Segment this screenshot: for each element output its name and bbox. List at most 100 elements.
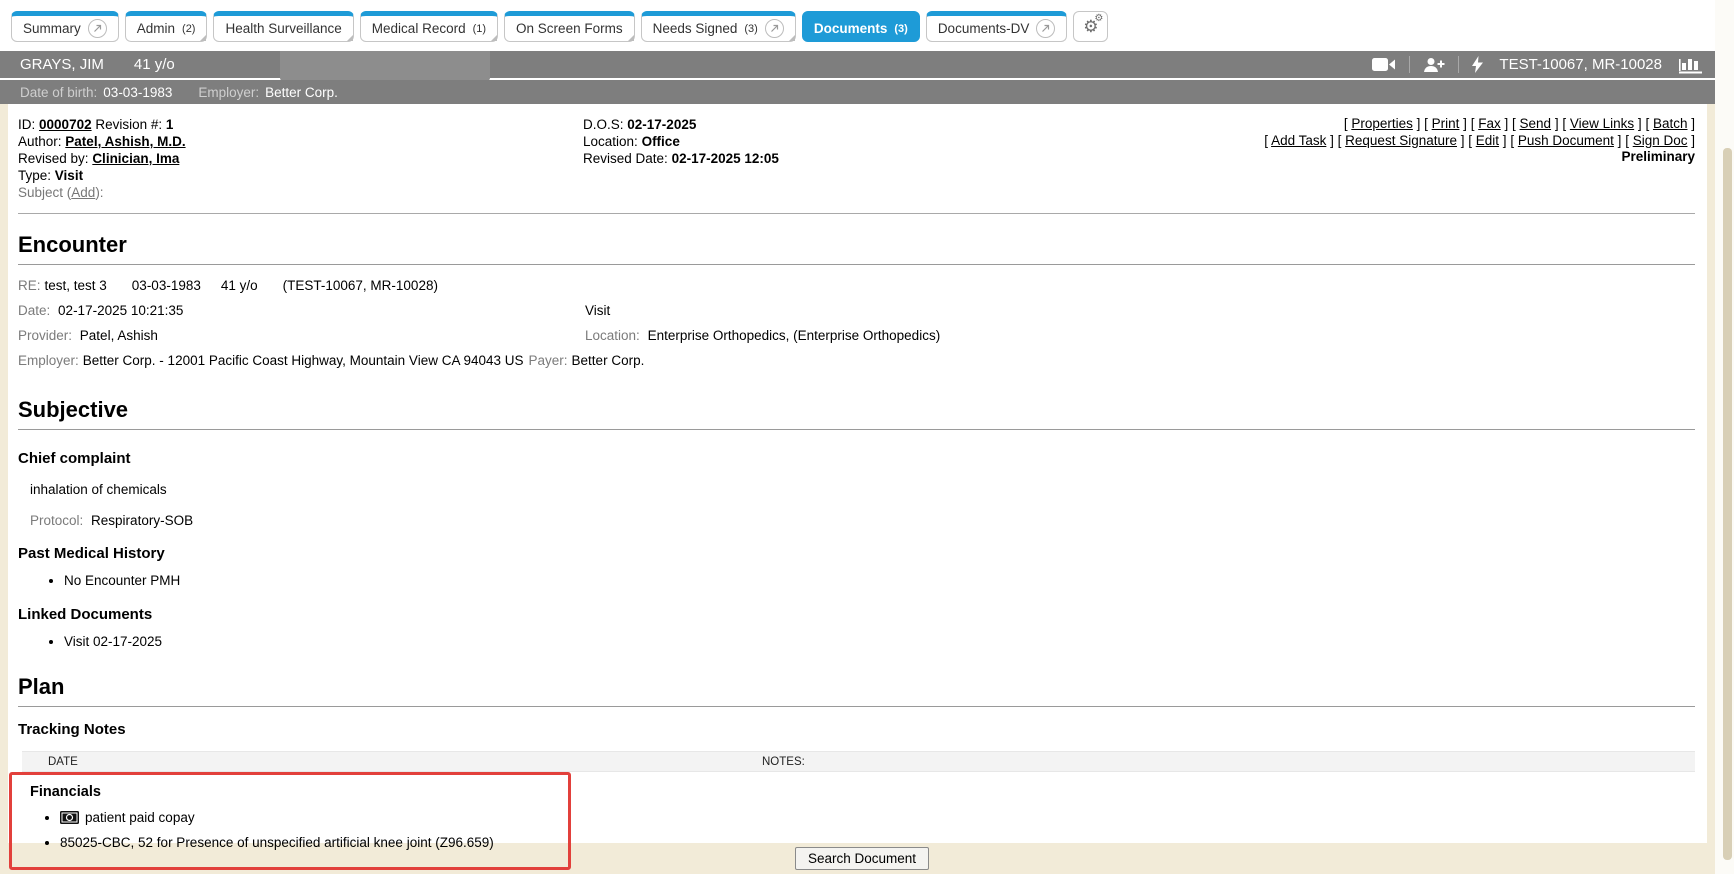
patient-bar: GRAYS, JIM 41 y/o TEST-10067, MR-10028 bbox=[0, 51, 1715, 78]
author-link[interactable]: Patel, Ashish, M.D. bbox=[65, 134, 185, 149]
location-value: Office bbox=[642, 134, 680, 149]
send-link[interactable]: Send bbox=[1520, 116, 1552, 131]
financials-heading: Financials bbox=[30, 784, 568, 800]
dob-label: Date of birth: bbox=[20, 85, 97, 100]
list-item: patient paid copay bbox=[60, 806, 568, 831]
tab-count: (3) bbox=[744, 23, 757, 35]
re-name: test, test 3 bbox=[45, 278, 107, 293]
revised-by-link[interactable]: Clinician, Ima bbox=[92, 151, 179, 166]
encounter-location-label: Location: bbox=[585, 328, 640, 343]
push-document-link[interactable]: Push Document bbox=[1518, 133, 1614, 148]
subject-add-link[interactable]: Add bbox=[71, 185, 95, 200]
money-bill-icon bbox=[60, 811, 79, 824]
pmh-list: No Encounter PMH bbox=[18, 569, 1695, 593]
re-age: 41 y/o bbox=[221, 278, 258, 293]
location-label: Location: bbox=[583, 134, 638, 149]
divider bbox=[18, 429, 1695, 430]
bar-chart-icon[interactable] bbox=[1678, 55, 1703, 74]
scrollbar[interactable] bbox=[1715, 0, 1734, 874]
tab-label: Needs Signed bbox=[653, 21, 738, 36]
tab-count: (1) bbox=[473, 23, 486, 35]
re-label: RE: bbox=[18, 278, 41, 293]
encounter-employer-label: Employer: bbox=[18, 353, 79, 368]
payer-label: Payer: bbox=[529, 353, 568, 368]
dos-label: D.O.S: bbox=[583, 117, 624, 132]
id-label: ID: bbox=[18, 117, 35, 132]
sign-doc-link[interactable]: Sign Doc bbox=[1633, 133, 1688, 148]
tab-label: Admin bbox=[137, 21, 175, 36]
document-meta-middle: D.O.S: 02-17-2025 Location: Office Revis… bbox=[583, 116, 779, 167]
document-id-link[interactable]: 0000702 bbox=[39, 117, 92, 132]
divider bbox=[18, 264, 1695, 265]
re-dob: 03-03-1983 bbox=[132, 278, 201, 293]
document-header: ID: 0000702 Revision #: 1 Author: Patel,… bbox=[18, 116, 1695, 214]
tab-fold bbox=[200, 35, 206, 41]
scrollbar-thumb[interactable] bbox=[1723, 148, 1732, 860]
type-label: Type: bbox=[18, 168, 51, 183]
date-column-header: DATE bbox=[48, 756, 78, 768]
document-panel: ID: 0000702 Revision #: 1 Author: Patel,… bbox=[8, 104, 1707, 843]
fax-link[interactable]: Fax bbox=[1478, 116, 1501, 131]
tab-documents[interactable]: Documents (3) bbox=[802, 11, 920, 42]
visit-type: Visit bbox=[585, 303, 610, 318]
lightning-bolt-icon[interactable] bbox=[1472, 56, 1483, 73]
edit-link[interactable]: Edit bbox=[1476, 133, 1499, 148]
protocol-value: Respiratory-SOB bbox=[91, 513, 193, 528]
tab-health-surveillance[interactable]: Health Surveillance bbox=[213, 11, 353, 42]
encounter-employer-value: Better Corp. - 12001 Pacific Coast Highw… bbox=[83, 353, 524, 368]
list-item: Visit 02-17-2025 bbox=[64, 630, 1695, 654]
action-links-row-2: Add Task Request Signature Edit Push Doc… bbox=[1264, 133, 1695, 150]
revised-date-label: Revised Date: bbox=[583, 151, 668, 166]
document-actions: Properties Print Fax Send View Links Bat… bbox=[1264, 116, 1695, 166]
tracking-notes-header-row: DATE NOTES: bbox=[22, 751, 1695, 772]
add-task-link[interactable]: Add Task bbox=[1271, 133, 1326, 148]
patient-age: 41 y/o bbox=[134, 56, 175, 73]
external-link-icon bbox=[88, 19, 107, 38]
subject-suffix: ): bbox=[95, 185, 103, 200]
tab-admin[interactable]: Admin (2) bbox=[125, 11, 208, 42]
tab-count: (2) bbox=[182, 23, 195, 35]
type-value: Visit bbox=[55, 168, 83, 183]
tab-on-screen-forms[interactable]: On Screen Forms bbox=[504, 11, 635, 42]
date-label: Date: bbox=[18, 303, 50, 318]
tab-fold bbox=[628, 35, 634, 41]
add-person-icon[interactable] bbox=[1423, 57, 1445, 73]
tracking-notes-heading: Tracking Notes bbox=[18, 721, 1695, 738]
pmh-heading: Past Medical History bbox=[18, 545, 1695, 562]
provider-label: Provider: bbox=[18, 328, 72, 343]
revision-value: 1 bbox=[166, 117, 174, 132]
employer-value: Better Corp. bbox=[265, 85, 338, 100]
external-link-icon bbox=[1036, 19, 1055, 38]
view-links-link[interactable]: View Links bbox=[1570, 116, 1634, 131]
properties-link[interactable]: Properties bbox=[1351, 116, 1413, 131]
settings-button[interactable]: ⚙ ⚙ bbox=[1073, 11, 1108, 42]
provider-value: Patel, Ashish bbox=[80, 328, 158, 343]
tab-label: On Screen Forms bbox=[516, 21, 623, 36]
linked-documents-list: Visit 02-17-2025 bbox=[18, 630, 1695, 654]
divider bbox=[1458, 56, 1459, 73]
tab-needs-signed[interactable]: Needs Signed (3) bbox=[641, 11, 796, 42]
patient-record-ids: TEST-10067, MR-10028 bbox=[1499, 56, 1662, 73]
tab-summary[interactable]: Summary bbox=[11, 11, 119, 42]
divider bbox=[18, 706, 1695, 707]
chief-complaint-text: inhalation of chemicals bbox=[30, 482, 1695, 497]
batch-link[interactable]: Batch bbox=[1653, 116, 1688, 131]
request-signature-link[interactable]: Request Signature bbox=[1345, 133, 1457, 148]
print-link[interactable]: Print bbox=[1432, 116, 1460, 131]
patient-demographics-bar: Date of birth: 03-03-1983 Employer: Bett… bbox=[0, 80, 1715, 104]
action-links-row-1: Properties Print Fax Send View Links Bat… bbox=[1264, 116, 1695, 133]
tab-label: Documents-DV bbox=[938, 21, 1030, 36]
payer-value: Better Corp. bbox=[572, 353, 645, 368]
linked-documents-heading: Linked Documents bbox=[18, 606, 1695, 623]
search-document-button[interactable]: Search Document bbox=[795, 847, 929, 870]
date-value: 02-17-2025 10:21:35 bbox=[58, 303, 183, 318]
chief-complaint-heading: Chief complaint bbox=[18, 450, 1695, 467]
empty-patient-tab[interactable] bbox=[280, 51, 490, 81]
encounter-heading: Encounter bbox=[18, 232, 1695, 258]
tab-documents-dv[interactable]: Documents-DV bbox=[926, 11, 1068, 42]
employer-label: Employer: bbox=[198, 85, 259, 100]
re-record-ids: (TEST-10067, MR-10028) bbox=[283, 278, 438, 293]
video-camera-icon[interactable] bbox=[1372, 57, 1396, 72]
tab-medical-record[interactable]: Medical Record (1) bbox=[360, 11, 498, 42]
revision-label: Revision #: bbox=[95, 117, 162, 132]
